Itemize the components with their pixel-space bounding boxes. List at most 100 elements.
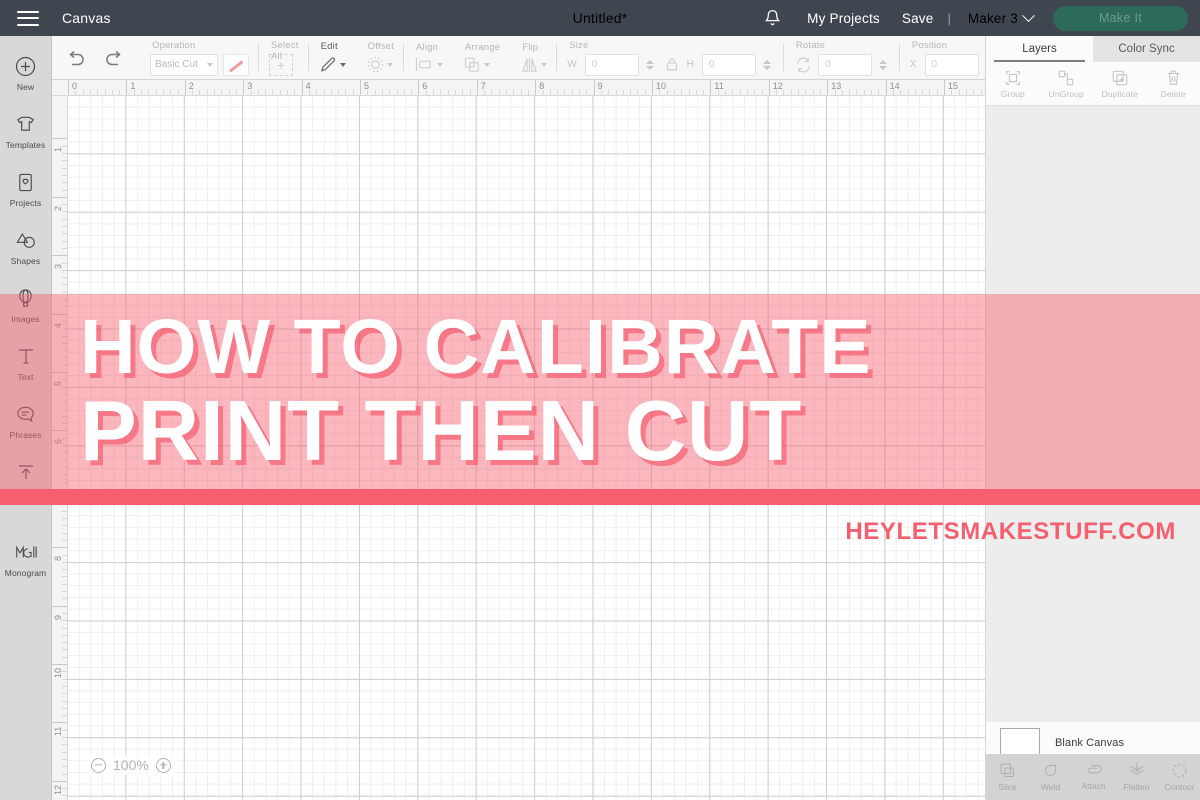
ruler-tick-minor [62, 642, 67, 644]
zoom-in-icon[interactable] [155, 757, 171, 773]
width-stepper[interactable] [645, 59, 657, 70]
ruler-tick-minor [62, 269, 67, 271]
ruler-tick-minor [177, 90, 179, 95]
delete-label: Delete [1160, 88, 1186, 99]
overlay-accent-stripe [0, 489, 1200, 505]
x-input[interactable]: 0 [924, 53, 979, 76]
lock-icon[interactable] [665, 57, 679, 72]
ruler-tick-minor [447, 90, 449, 95]
ruler-tick-minor [622, 90, 624, 95]
ruler-tick-minor [62, 612, 67, 614]
sidebar-item-templates[interactable]: Templates [0, 102, 52, 160]
pencil-icon[interactable] [319, 55, 346, 74]
sidebar-item-shapes[interactable]: Shapes [0, 218, 52, 276]
make-it-button[interactable]: Make It [1053, 5, 1188, 31]
ruler-tick-minor [381, 90, 383, 95]
ruler-tick-major [301, 80, 303, 95]
select-all-icon[interactable]: + [269, 53, 293, 76]
rotate-input[interactable]: 0 [817, 53, 872, 76]
ruler-tick-minor [819, 90, 821, 95]
hamburger-menu-icon[interactable] [17, 10, 39, 26]
ruler-tick-minor [62, 598, 67, 600]
ruler-number: 12 [772, 81, 783, 91]
ruler-tick-minor [62, 539, 67, 541]
ruler-tick-minor [62, 174, 67, 176]
ruler-tick-minor [615, 90, 617, 95]
size-label: Size [569, 39, 589, 51]
ruler-tick-minor [396, 90, 398, 95]
save-button[interactable]: Save [891, 11, 945, 26]
rotate-icon[interactable] [794, 56, 813, 74]
undo-arrow-icon[interactable] [66, 50, 86, 66]
align-icon[interactable] [414, 56, 443, 73]
delete-button[interactable]: Delete [1147, 62, 1200, 105]
ruler-tick-minor [214, 90, 215, 95]
offset-icon[interactable] [366, 55, 393, 74]
flatten-button[interactable]: Flatten [1115, 754, 1158, 800]
ruler-tick-minor [62, 737, 67, 738]
ruler-tick-minor [440, 90, 442, 95]
ruler-tick-minor [62, 226, 67, 227]
flip-icon[interactable] [520, 56, 548, 74]
ruler-tick-minor [206, 90, 208, 95]
arrange-icon[interactable] [463, 56, 490, 74]
ruler-tick-minor [703, 90, 705, 95]
ruler-tick-minor [900, 90, 902, 95]
ruler-tick-minor [754, 90, 756, 95]
ruler-tick-minor [62, 525, 67, 527]
tshirt-icon [14, 112, 38, 136]
ungroup-button[interactable]: UnGroup [1040, 62, 1094, 105]
edit-toolbar: Operation Basic Cut Select All + Edit Of… [52, 36, 1086, 80]
contour-button[interactable]: Contour [1158, 754, 1200, 800]
width-input[interactable]: 0 [584, 53, 639, 76]
ruler-tick-major [535, 80, 537, 95]
ruler-tick-minor [812, 90, 814, 95]
sidebar-label-monogram: Monogram [4, 568, 47, 578]
duplicate-button[interactable]: Duplicate [1093, 62, 1147, 105]
ruler-tick-minor [433, 90, 434, 95]
redo-arrow-icon[interactable] [104, 50, 124, 66]
attach-button[interactable]: Attach [1072, 754, 1115, 800]
bell-icon[interactable] [758, 4, 786, 32]
machine-selector[interactable]: Maker 3 [954, 8, 1043, 26]
ruler-tick-major [52, 605, 67, 607]
rotate-stepper[interactable] [878, 59, 890, 70]
slice-button[interactable]: Slice [986, 754, 1029, 800]
monogram-mg-icon [14, 540, 38, 564]
ruler-tick-minor [228, 90, 230, 95]
operation-group: Operation Basic Cut [140, 36, 259, 79]
ruler-tick-major [593, 80, 595, 95]
ruler-tick-minor [62, 729, 67, 731]
tab-color-sync[interactable]: Color Sync [1093, 36, 1200, 62]
ruler-tick-minor [287, 90, 288, 95]
flip-label: Flip [522, 41, 539, 53]
ruler-number: 11 [53, 727, 63, 737]
sidebar-item-projects[interactable]: Projects [0, 160, 52, 218]
sidebar-item-new[interactable]: New [0, 44, 52, 102]
ruler-number: 11 [714, 81, 724, 91]
stroke-swatch[interactable] [223, 53, 249, 76]
height-stepper[interactable] [762, 59, 774, 70]
ruler-tick-minor [62, 591, 67, 592]
group-button[interactable]: Group [986, 62, 1040, 105]
tab-layers[interactable]: Layers [986, 36, 1093, 62]
ruler-tick-minor [491, 90, 493, 95]
chevron-down-icon [436, 62, 443, 67]
zoom-out-icon[interactable] [91, 757, 106, 773]
ruler-tick-minor [62, 510, 67, 512]
chevron-down-icon [1022, 8, 1035, 22]
ruler-tick-minor [929, 90, 931, 95]
ruler-tick-minor [308, 90, 310, 95]
ruler-tick-minor [111, 90, 113, 95]
weld-button[interactable]: Weld [1029, 754, 1072, 800]
ruler-tick-minor [62, 707, 67, 709]
ruler-tick-minor [878, 90, 880, 95]
operation-select[interactable]: Basic Cut [150, 53, 218, 76]
arrange-label: Arrange [464, 41, 501, 53]
my-projects-link[interactable]: My Projects [796, 11, 891, 26]
ruler-tick-minor [272, 90, 274, 95]
height-input[interactable]: 0 [701, 53, 756, 76]
overlay-website-url: HEYLETSMAKESTUFF.COM [845, 518, 1176, 545]
sidebar-item-monogram[interactable]: Monogram [0, 530, 52, 588]
zoom-level: 100% [113, 757, 149, 773]
